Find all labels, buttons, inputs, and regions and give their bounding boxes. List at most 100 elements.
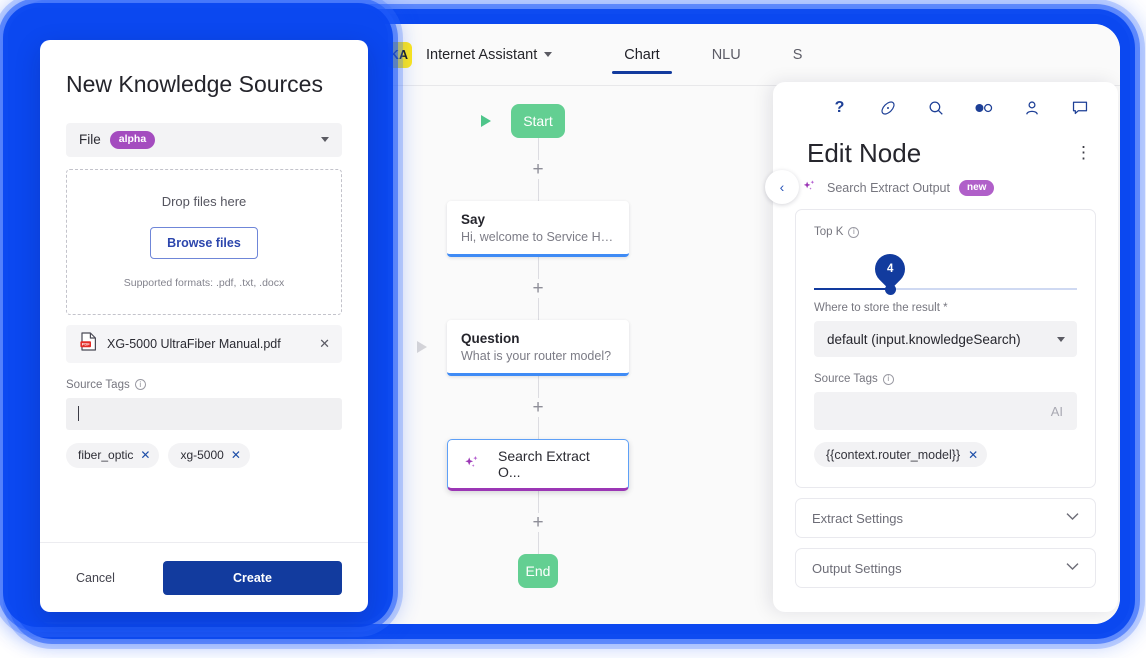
source-tags-label-row: Source Tags i: [814, 373, 1077, 385]
flow-node-question[interactable]: Question What is your router model?: [417, 320, 629, 376]
slider-fill: [814, 288, 891, 290]
search-icon[interactable]: [926, 98, 946, 118]
connector-line: [537, 376, 539, 398]
info-icon[interactable]: i: [882, 373, 894, 385]
compass-icon[interactable]: [878, 98, 898, 118]
flow-node-title: Say: [461, 212, 486, 227]
add-node-button-3[interactable]: +: [532, 398, 543, 417]
ai-icon[interactable]: AI: [1051, 404, 1063, 419]
accordion-label: Output Settings: [812, 560, 902, 576]
browse-files-button[interactable]: Browse files: [150, 227, 258, 260]
sparkle-icon: [801, 177, 818, 199]
flow-node-title: Question: [461, 331, 520, 346]
panel-icon-bar: ?: [773, 82, 1118, 134]
dialog-body: New Knowledge Sources File alpha Drop fi…: [40, 40, 368, 542]
tag-chip[interactable]: xg-5000 ✕: [168, 442, 250, 468]
flow-end-label: End: [525, 563, 551, 579]
tag-label: xg-5000: [180, 448, 224, 463]
accordion-label: Extract Settings: [812, 510, 904, 526]
remove-tag-icon[interactable]: ✕: [968, 448, 978, 462]
tab-s[interactable]: S: [767, 24, 829, 86]
cancel-button[interactable]: Cancel: [66, 563, 125, 593]
remove-tag-icon[interactable]: ✕: [231, 448, 241, 462]
connector-line: [537, 138, 539, 160]
pdf-file-icon: PDF: [80, 332, 97, 356]
drop-files-text: Drop files here: [161, 194, 247, 210]
remove-file-icon[interactable]: ✕: [319, 336, 330, 352]
chat-icon[interactable]: [1070, 98, 1090, 118]
collapse-panel-button[interactable]: ‹: [765, 170, 799, 204]
create-button[interactable]: Create: [162, 560, 342, 595]
dialog-source-tags-input[interactable]: [66, 397, 342, 430]
tag-chip[interactable]: fiber_optic ✕: [66, 442, 160, 468]
toggle-icon[interactable]: [974, 98, 994, 118]
panel-subtitle-row: Search Extract Output new: [773, 169, 1118, 199]
flow-end-node[interactable]: End: [518, 554, 558, 588]
dialog-source-tags-label: Source Tags: [66, 378, 130, 391]
bot-avatar-badge: KA: [386, 41, 412, 68]
store-result-value: default (input.knowledgeSearch): [827, 331, 1021, 347]
dialog-tag-list: fiber_optic ✕ xg-5000 ✕: [66, 442, 342, 468]
uploaded-file-name: XG-5000 UltraFiber Manual.pdf: [107, 336, 281, 351]
chevron-down-icon: [321, 137, 329, 143]
connector-line: [537, 532, 539, 554]
topk-label: Top K: [814, 226, 844, 238]
person-icon[interactable]: [1022, 98, 1042, 118]
connector-line: [537, 298, 539, 320]
source-type-value: File alpha: [79, 130, 156, 149]
play-icon[interactable]: [481, 115, 491, 127]
add-node-button-1[interactable]: +: [532, 160, 543, 179]
edit-node-panel: ? Edit Node ⋮ Search Extract Output new …: [773, 82, 1118, 612]
tab-nlu[interactable]: NLU: [686, 24, 767, 86]
flow-column: Start + Say Hi, welcome to Service Help.…: [417, 104, 653, 588]
top-tabs: Chart NLU S: [598, 24, 828, 86]
remove-tag-icon[interactable]: ✕: [140, 448, 150, 462]
chevron-left-icon: ‹: [779, 179, 785, 195]
flow-start-node[interactable]: Start: [481, 104, 565, 138]
tag-label: {{context.router_model}}: [826, 447, 961, 462]
connector-line: [537, 491, 539, 513]
chevron-down-icon: [1066, 562, 1079, 574]
text-cursor: [78, 406, 79, 422]
add-node-button-4[interactable]: +: [532, 513, 543, 532]
panel-title: Edit Node: [807, 138, 922, 168]
source-tags-input[interactable]: AI: [814, 392, 1077, 430]
panel-body: Top K i 4 Where to store the result * de…: [773, 199, 1118, 588]
panel-title-row: Edit Node ⋮: [773, 134, 1118, 169]
alpha-badge: alpha: [109, 130, 156, 149]
more-options-icon[interactable]: ⋮: [1075, 144, 1092, 161]
uploaded-file-row: PDF XG-5000 UltraFiber Manual.pdf ✕: [66, 324, 342, 363]
topk-slider[interactable]: 4: [814, 246, 1077, 302]
info-icon[interactable]: i: [134, 379, 146, 391]
slider-thumb[interactable]: [884, 284, 896, 295]
accordion-output-settings[interactable]: Output Settings: [795, 548, 1096, 588]
source-tags-chip-list: {{context.router_model}} ✕: [814, 442, 1077, 467]
tab-chart[interactable]: Chart: [598, 24, 685, 86]
new-knowledge-sources-dialog: New Knowledge Sources File alpha Drop fi…: [40, 40, 368, 612]
help-icon[interactable]: ?: [830, 98, 850, 118]
chevron-down-icon: [1057, 336, 1065, 342]
source-tags-label: Source Tags: [814, 373, 878, 385]
flow-node-search-extract-output[interactable]: Search Extract O...: [447, 439, 629, 491]
tag-label: fiber_optic: [78, 448, 134, 463]
add-node-button-2[interactable]: +: [532, 279, 543, 298]
info-icon[interactable]: i: [848, 226, 860, 238]
bot-name-label: Internet Assistant: [426, 46, 538, 63]
flow-start-label: Start: [523, 113, 553, 129]
store-result-select[interactable]: default (input.knowledgeSearch): [814, 321, 1077, 357]
bot-name-dropdown[interactable]: Internet Assistant: [426, 46, 553, 63]
dialog-footer: Cancel Create: [40, 542, 368, 612]
flow-node-subtitle: Hi, welcome to Service Help...: [461, 230, 615, 244]
file-dropzone[interactable]: Drop files here Browse files Supported f…: [66, 168, 342, 315]
connector-line: [537, 257, 539, 279]
connector-line: [537, 417, 539, 439]
screenshot-root: KA Internet Assistant Chart NLU S Start …: [0, 0, 1146, 658]
source-type-select[interactable]: File alpha: [66, 122, 342, 157]
connector-line: [537, 179, 539, 201]
tag-chip[interactable]: {{context.router_model}} ✕: [814, 442, 988, 467]
flow-node-title: Search Extract O...: [498, 448, 590, 480]
flow-node-subtitle: What is your router model?: [461, 349, 612, 363]
accordion-extract-settings[interactable]: Extract Settings: [795, 498, 1096, 538]
flow-node-say[interactable]: Say Hi, welcome to Service Help...: [447, 201, 629, 257]
dialog-source-tags-label-row: Source Tags i: [66, 379, 342, 391]
